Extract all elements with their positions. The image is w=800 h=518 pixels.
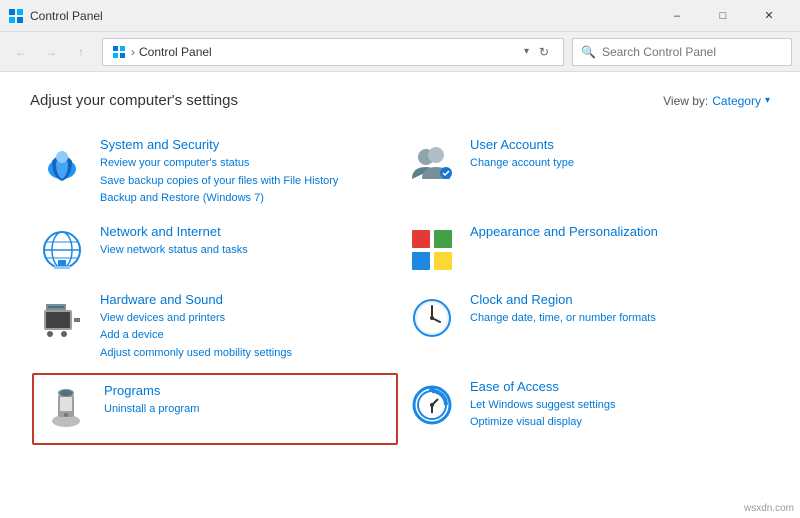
network-title[interactable]: Network and Internet — [100, 224, 394, 239]
address-dropdown-icon[interactable]: ▾ — [524, 46, 529, 57]
system-security-content: System and Security Review your computer… — [100, 137, 394, 208]
programs-content: Programs Uninstall a program — [104, 383, 390, 419]
hardware-content: Hardware and Sound View devices and prin… — [100, 292, 394, 363]
appearance-title[interactable]: Appearance and Personalization — [470, 224, 764, 239]
system-link-1[interactable]: Review your computer's status — [100, 155, 394, 173]
view-by-label: View by: — [663, 94, 708, 108]
user-link-1[interactable]: Change account type — [470, 155, 764, 173]
address-text: Control Panel — [139, 45, 520, 59]
category-network[interactable]: Network and Internet View network status… — [30, 216, 400, 284]
hardware-link-3[interactable]: Adjust commonly used mobility settings — [100, 345, 394, 363]
minimize-button[interactable]: – — [654, 0, 700, 32]
user-accounts-content: User Accounts Change account type — [470, 137, 764, 173]
close-button[interactable]: ✕ — [746, 0, 792, 32]
user-accounts-icon — [406, 137, 458, 189]
watermark: wsxdn.com — [744, 503, 794, 514]
view-by-dropdown-icon[interactable]: ▾ — [765, 95, 770, 106]
search-bar[interactable]: 🔍 — [572, 38, 792, 66]
clock-content: Clock and Region Change date, time, or n… — [470, 292, 764, 328]
user-accounts-title[interactable]: User Accounts — [470, 137, 764, 152]
ease-link-1[interactable]: Let Windows suggest settings — [470, 397, 764, 415]
programs-title[interactable]: Programs — [104, 383, 390, 398]
system-link-2[interactable]: Save backup copies of your files with Fi… — [100, 173, 394, 191]
clock-link-1[interactable]: Change date, time, or number formats — [470, 310, 764, 328]
view-by-value[interactable]: Category — [712, 94, 761, 108]
maximize-button[interactable]: □ — [700, 0, 746, 32]
ease-link-2[interactable]: Optimize visual display — [470, 414, 764, 432]
system-link-3[interactable]: Backup and Restore (Windows 7) — [100, 190, 394, 208]
view-by-control[interactable]: View by: Category ▾ — [663, 94, 770, 108]
back-button[interactable]: ← — [8, 39, 34, 65]
window-controls: – □ ✕ — [654, 0, 792, 32]
network-content: Network and Internet View network status… — [100, 224, 394, 260]
system-security-icon — [36, 137, 88, 189]
category-hardware[interactable]: Hardware and Sound View devices and prin… — [30, 284, 400, 371]
network-icon — [36, 224, 88, 276]
title-bar: Control Panel – □ ✕ — [0, 0, 800, 32]
category-ease[interactable]: Ease of Access Let Windows suggest setti… — [400, 371, 770, 447]
search-input[interactable] — [602, 45, 783, 59]
address-bar-icon — [111, 44, 127, 60]
window-title: Control Panel — [30, 9, 654, 23]
ease-content: Ease of Access Let Windows suggest setti… — [470, 379, 764, 432]
refresh-button[interactable]: ↻ — [533, 41, 555, 63]
network-link-1[interactable]: View network status and tasks — [100, 242, 394, 260]
hardware-icon — [36, 292, 88, 344]
appearance-content: Appearance and Personalization — [470, 224, 764, 242]
category-programs[interactable]: Programs Uninstall a program — [32, 373, 398, 445]
category-user-accounts[interactable]: User Accounts Change account type — [400, 129, 770, 216]
system-security-title[interactable]: System and Security — [100, 137, 394, 152]
hardware-link-2[interactable]: Add a device — [100, 327, 394, 345]
category-clock[interactable]: Clock and Region Change date, time, or n… — [400, 284, 770, 371]
programs-icon — [40, 383, 92, 435]
clock-icon — [406, 292, 458, 344]
up-button[interactable]: ↑ — [68, 39, 94, 65]
clock-title[interactable]: Clock and Region — [470, 292, 764, 307]
nav-bar: ← → ↑ › Control Panel ▾ ↻ 🔍 — [0, 32, 800, 72]
category-appearance[interactable]: Appearance and Personalization — [400, 216, 770, 284]
address-bar[interactable]: › Control Panel ▾ ↻ — [102, 38, 564, 66]
main-content: Adjust your computer's settings View by:… — [0, 72, 800, 518]
categories-grid: System and Security Review your computer… — [30, 129, 770, 447]
ease-title[interactable]: Ease of Access — [470, 379, 764, 394]
app-icon — [8, 8, 24, 24]
hardware-link-1[interactable]: View devices and printers — [100, 310, 394, 328]
forward-button[interactable]: → — [38, 39, 64, 65]
appearance-icon — [406, 224, 458, 276]
hardware-title[interactable]: Hardware and Sound — [100, 292, 394, 307]
search-icon: 🔍 — [581, 45, 596, 59]
header-row: Adjust your computer's settings View by:… — [30, 92, 770, 109]
page-title: Adjust your computer's settings — [30, 92, 238, 109]
category-system-security[interactable]: System and Security Review your computer… — [30, 129, 400, 216]
programs-link-1[interactable]: Uninstall a program — [104, 401, 390, 419]
ease-icon — [406, 379, 458, 431]
